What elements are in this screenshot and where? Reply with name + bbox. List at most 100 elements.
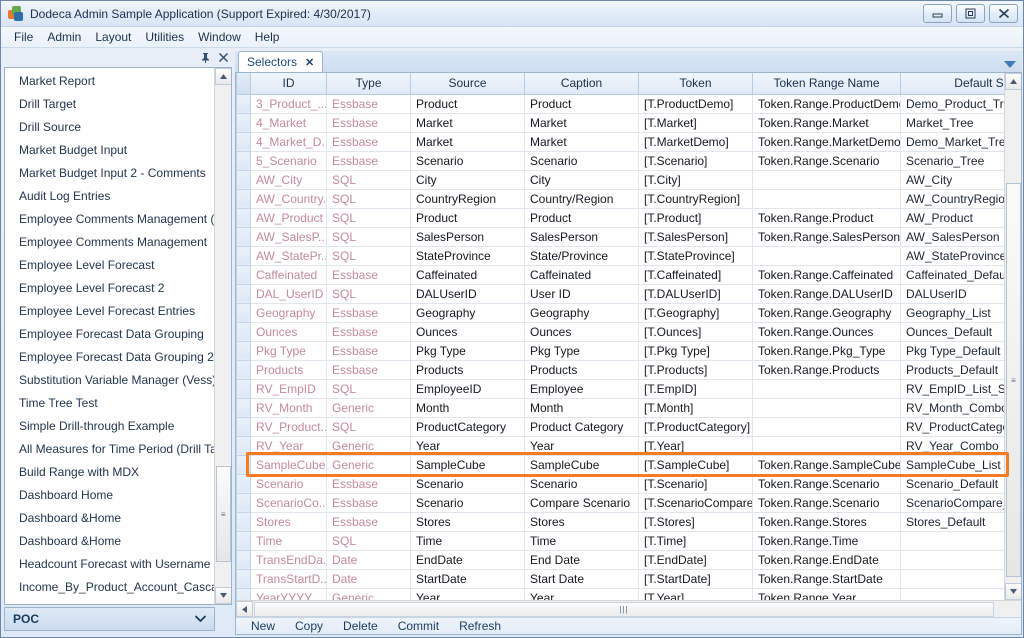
cell-caption[interactable]: Country/Region	[524, 188, 639, 209]
cell-caption[interactable]: Caffeinated	[524, 264, 639, 285]
col-header-type[interactable]: Type	[326, 73, 411, 95]
tab-selectors[interactable]: Selectors ✕	[238, 51, 324, 72]
cell-id[interactable]: Scenario	[250, 473, 327, 494]
cell-source[interactable]: StartDate	[410, 568, 525, 589]
cell-caption[interactable]: Pkg Type	[524, 340, 639, 361]
cell-source[interactable]: Ounces	[410, 321, 525, 342]
row-selector-cell[interactable]	[236, 283, 251, 304]
cell-trn[interactable]	[752, 397, 901, 418]
grid-viewport[interactable]: ID Type Source Caption Token Token Range…	[236, 73, 1004, 600]
cell-id[interactable]: RV_Product...	[250, 416, 327, 437]
row-selector-cell[interactable]	[236, 492, 251, 513]
row-selector-cell[interactable]	[236, 511, 251, 532]
col-header-rowselect[interactable]	[236, 73, 251, 95]
row-selector-cell[interactable]	[236, 473, 251, 494]
cell-trn[interactable]: Token.Range.Scenario	[752, 150, 901, 171]
view-list-item[interactable]: Market Report	[5, 70, 214, 93]
table-row[interactable]: AW_SalesP... SQL SalesPerson SalesPerson [T.…	[236, 226, 1004, 247]
cell-trn[interactable]: Token.Range.Caffeinated	[752, 264, 901, 285]
table-row[interactable]: AW_StatePr... SQL StateProvince State/Provi…	[236, 245, 1004, 266]
cell-type[interactable]: Generic	[326, 587, 411, 600]
row-selector-cell[interactable]	[236, 359, 251, 380]
cell-trn[interactable]: Token.Range.SampleCube	[752, 454, 901, 475]
cell-def[interactable]	[900, 587, 1004, 600]
row-selector-cell[interactable]	[236, 435, 251, 456]
cell-trn[interactable]: Token.Range.DALUserID	[752, 283, 901, 304]
row-selector-cell[interactable]	[236, 568, 251, 589]
cell-trn[interactable]	[752, 435, 901, 456]
view-list-item[interactable]: Employee Level Forecast Entries	[5, 300, 214, 323]
view-list-item[interactable]: Market Budget Input	[5, 139, 214, 162]
col-header-token-range-name[interactable]: Token Range Name	[752, 73, 901, 95]
table-row[interactable]: ScenarioCo... Essbase Scenario Compare Scen…	[236, 492, 1004, 513]
menu-item-layout[interactable]: Layout	[88, 28, 138, 46]
cell-trn[interactable]: Token.Range.Geography	[752, 302, 901, 323]
table-row[interactable]: DAL_UserID SQL DALUserID User ID [T.DALUserI…	[236, 283, 1004, 304]
cell-id[interactable]: Pkg Type	[250, 340, 327, 361]
cell-token[interactable]: [T.StateProvince]	[638, 245, 753, 266]
cell-token[interactable]: [T.Stores]	[638, 511, 753, 532]
cell-token[interactable]: [T.Geography]	[638, 302, 753, 323]
cell-def[interactable]: Geography_List	[900, 302, 1004, 323]
cell-def[interactable]	[900, 549, 1004, 570]
cell-source[interactable]: CountryRegion	[410, 188, 525, 209]
cell-id[interactable]: RV_EmpID	[250, 378, 327, 399]
row-selector-cell[interactable]	[236, 245, 251, 266]
menu-item-admin[interactable]: Admin	[40, 28, 88, 46]
cell-trn[interactable]: Token.Range.MarketDemo	[752, 131, 901, 152]
cell-trn[interactable]: Token.Range.Scenario	[752, 473, 901, 494]
cell-id[interactable]: AW_SalesP...	[250, 226, 327, 247]
cell-type[interactable]: Essbase	[326, 131, 411, 152]
refresh-button[interactable]: Refresh	[450, 618, 510, 634]
minimize-button[interactable]	[923, 4, 952, 23]
view-list-item[interactable]: Employee Comments Management (E...	[5, 208, 214, 231]
table-row[interactable]: 5_Scenario Essbase Scenario Scenario [T.Scen…	[236, 150, 1004, 171]
cell-def[interactable]: Products_Default	[900, 359, 1004, 380]
copy-button[interactable]: Copy	[286, 618, 332, 634]
cell-token[interactable]: [T.SalesPerson]	[638, 226, 753, 247]
table-row[interactable]: YearYYYY Generic Year Year [T.Year] Token.Ran…	[236, 587, 1004, 600]
cell-caption[interactable]: Month	[524, 397, 639, 418]
table-row[interactable]: AW_City SQL City City [T.City] AW_City	[236, 169, 1004, 190]
cell-token[interactable]: [T.MarketDemo]	[638, 131, 753, 152]
row-selector-cell[interactable]	[236, 93, 251, 114]
cell-source[interactable]: Market	[410, 131, 525, 152]
cell-caption[interactable]: Ounces	[524, 321, 639, 342]
cell-caption[interactable]: State/Province	[524, 245, 639, 266]
cell-id[interactable]: AW_StatePr...	[250, 245, 327, 266]
cell-type[interactable]: Date	[326, 549, 411, 570]
row-selector-cell[interactable]	[236, 416, 251, 437]
cell-caption[interactable]: Start Date	[524, 568, 639, 589]
cell-def[interactable]: Stores_Default	[900, 511, 1004, 532]
table-row[interactable]: RV_Product... SQL ProductCategory Product C…	[236, 416, 1004, 437]
cell-source[interactable]: SampleCube	[410, 454, 525, 475]
row-selector-cell[interactable]	[236, 549, 251, 570]
cell-trn[interactable]: Token.Range.SalesPerson	[752, 226, 901, 247]
cell-trn[interactable]	[752, 188, 901, 209]
cell-id[interactable]: 5_Scenario	[250, 150, 327, 171]
cell-trn[interactable]	[752, 169, 901, 190]
col-header-caption[interactable]: Caption	[524, 73, 639, 95]
table-row[interactable]: Time SQL Time Time [T.Time] Token.Range.Time	[236, 530, 1004, 551]
row-selector-cell[interactable]	[236, 226, 251, 247]
table-row[interactable]: 3_Product_... Essbase Product Product [T.Pro…	[236, 93, 1004, 114]
table-row[interactable]: 4_Market_D... Essbase Market Market [T.Marke…	[236, 131, 1004, 152]
cell-id[interactable]: ScenarioCo...	[250, 492, 327, 513]
cell-token[interactable]: [T.Time]	[638, 530, 753, 551]
cell-type[interactable]: SQL	[326, 530, 411, 551]
cell-type[interactable]: Essbase	[326, 473, 411, 494]
cell-type[interactable]: Essbase	[326, 93, 411, 114]
cell-token[interactable]: [T.Year]	[638, 435, 753, 456]
cell-type[interactable]: Essbase	[326, 359, 411, 380]
table-row[interactable]: Pkg Type Essbase Pkg Type Pkg Type [T.Pkg Ty…	[236, 340, 1004, 361]
cell-caption[interactable]: End Date	[524, 549, 639, 570]
cell-trn[interactable]: Token.Range.ProductDemo	[752, 93, 901, 114]
cell-caption[interactable]: SampleCube	[524, 454, 639, 475]
table-row[interactable]: SampleCube Generic SampleCube SampleCube [T.…	[236, 454, 1004, 475]
view-list-item[interactable]: Employee Forecast Data Grouping 2	[5, 346, 214, 369]
view-list-item[interactable]: Dashboard Home	[5, 484, 214, 507]
cell-type[interactable]: SQL	[326, 207, 411, 228]
cell-token[interactable]: [T.Year]	[638, 587, 753, 600]
cell-def[interactable]: Scenario_Default	[900, 473, 1004, 494]
cell-token[interactable]: [T.Caffeinated]	[638, 264, 753, 285]
